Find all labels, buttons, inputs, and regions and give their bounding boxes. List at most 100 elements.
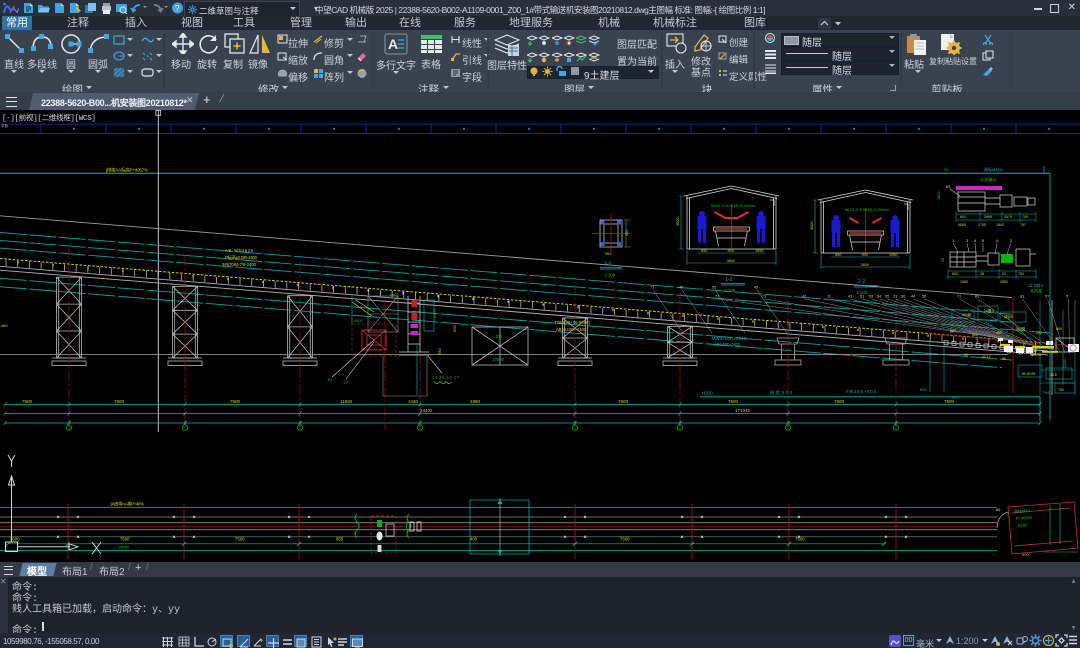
svg-text:1:102: 1:102 — [856, 290, 868, 295]
svg-text:7500: 7500 — [618, 399, 629, 404]
svg-text:4900: 4900 — [432, 308, 437, 318]
svg-text:61: 61 — [1002, 272, 1006, 276]
svg-text:4400: 4400 — [390, 292, 400, 297]
svg-text:3#67084-7/9-2400: 3#67084-7/9-2400 — [222, 262, 257, 267]
svg-text:5: 5 — [1066, 295, 1068, 299]
svg-text:1:100: 1:100 — [604, 273, 616, 278]
svg-text:13: 13 — [343, 380, 348, 385]
svg-text:66: 66 — [996, 507, 1001, 512]
svg-text:1950: 1950 — [889, 253, 897, 257]
svg-text:600: 600 — [1022, 552, 1029, 557]
svg-text:3500: 3500 — [676, 218, 680, 226]
svg-text:400: 400 — [495, 334, 503, 339]
svg-text:600: 600 — [952, 272, 958, 276]
svg-text:28: 28 — [980, 272, 984, 276]
svg-text:MW320(4)+2900: MW320(4)+2900 — [712, 336, 747, 341]
svg-text:平台: 平台 — [1, 123, 8, 128]
svg-text:2850: 2850 — [1000, 280, 1008, 284]
svg-text:10: 10 — [327, 377, 332, 382]
svg-text:具标M4E8: 具标M4E8 — [984, 166, 1003, 172]
svg-text:头部漏斗: 头部漏斗 — [980, 176, 997, 183]
svg-text:2118: 2118 — [1062, 359, 1067, 368]
svg-text:4400: 4400 — [354, 318, 364, 323]
svg-text:71: 71 — [715, 295, 719, 299]
svg-text:11.7844: 11.7844 — [1028, 283, 1043, 288]
svg-text:50: 50 — [964, 353, 968, 357]
svg-text:7500: 7500 — [620, 537, 630, 542]
svg-text:7500: 7500 — [834, 399, 845, 404]
svg-text:950: 950 — [952, 395, 959, 400]
svg-text:1825: 1825 — [937, 192, 941, 200]
svg-text:780: 780 — [437, 348, 442, 355]
svg-text:11: 11 — [827, 295, 831, 299]
svg-text:14402: 14402 — [420, 408, 433, 413]
svg-text:7500: 7500 — [120, 537, 130, 542]
svg-text:j排架AA标高P+4057%: j排架AA标高P+4057% — [105, 167, 148, 174]
svg-text:3: 3 — [966, 238, 969, 243]
svg-text:5620-X-K001B N:00mm: 5620-X-K001B N:00mm — [711, 203, 756, 208]
svg-text:B250: B250 — [1018, 522, 1028, 528]
svg-text:7500: 7500 — [114, 399, 125, 404]
svg-text:56: 56 — [922, 295, 926, 299]
svg-text:51: 51 — [860, 295, 864, 299]
svg-text:7500: 7500 — [795, 537, 805, 542]
svg-text:98: 98 — [941, 258, 945, 262]
svg-text:56: 56 — [901, 295, 905, 299]
svg-text:600: 600 — [920, 387, 927, 392]
svg-text:14 15 16 17: 14 15 16 17 — [432, 375, 460, 380]
svg-text:900: 900 — [728, 249, 734, 253]
svg-text:7500: 7500 — [230, 399, 241, 404]
svg-text:AB15.100+-2400: AB15.100+-2400 — [556, 327, 587, 332]
svg-text:71: 71 — [957, 295, 961, 299]
svg-text:5620-X-K001B N:00mm: 5620-X-K001B N:00mm — [845, 207, 890, 212]
svg-text:7500: 7500 — [22, 399, 33, 404]
svg-text:53: 53 — [869, 295, 873, 299]
svg-text:71: 71 — [650, 286, 654, 290]
svg-text:55: 55 — [712, 286, 716, 290]
svg-text:7500: 7500 — [728, 399, 739, 404]
svg-text:2: 2 — [1010, 238, 1013, 243]
svg-text:850: 850 — [835, 253, 841, 257]
svg-text:42: 42 — [802, 295, 806, 299]
svg-text:81: 81 — [975, 295, 979, 299]
svg-text:250: 250 — [1036, 331, 1042, 335]
svg-text:共四层: 共四层 — [1030, 288, 1043, 295]
svg-text:1950: 1950 — [755, 249, 763, 253]
svg-text:900: 900 — [862, 253, 868, 257]
svg-text:梁柱M20: 梁柱M20 — [1014, 507, 1031, 514]
svg-text:45: 45 — [754, 286, 758, 290]
svg-text:9085: 9085 — [958, 223, 966, 227]
svg-text:400: 400 — [470, 537, 478, 542]
svg-text:3570: 3570 — [1004, 215, 1012, 219]
svg-text:95: 95 — [1002, 357, 1006, 361]
svg-text:2-2: 2-2 — [858, 279, 865, 285]
svg-text:T580(50+45-9890): T580(50+45-9890) — [554, 320, 591, 325]
svg-text:2895: 2895 — [984, 215, 992, 219]
svg-text:450: 450 — [996, 331, 1002, 335]
svg-text:GL: GL — [944, 167, 950, 172]
svg-text:3800: 3800 — [727, 259, 735, 263]
svg-text:480: 480 — [1, 323, 8, 328]
svg-text:1#漏斗: 1#漏斗 — [984, 308, 995, 313]
svg-text:57: 57 — [1045, 295, 1049, 299]
svg-text:P+40550: P+40550 — [1016, 515, 1033, 521]
svg-text:650: 650 — [336, 537, 344, 542]
svg-text:SW50: SW50 — [118, 545, 130, 550]
svg-text:3500: 3500 — [810, 222, 814, 230]
svg-text:#W350+500: #W350+500 — [846, 389, 877, 394]
svg-text:65: 65 — [946, 184, 951, 189]
svg-text:1-1: 1-1 — [725, 277, 732, 283]
svg-text:43: 43 — [848, 295, 852, 299]
svg-text:1840: 1840 — [996, 223, 1004, 227]
svg-text:35 8 90: 35 8 90 — [1030, 353, 1041, 357]
svg-text:1080: 1080 — [960, 280, 968, 284]
svg-text:700: 700 — [1022, 215, 1028, 219]
svg-text:600: 600 — [452, 325, 457, 332]
svg-text:950级: 950级 — [962, 312, 972, 317]
svg-text:50 40 95: 50 40 95 — [1022, 372, 1035, 376]
svg-text:B00: B00 — [1056, 327, 1062, 331]
svg-text:A: A — [996, 238, 999, 243]
svg-text:1700: 1700 — [978, 223, 986, 227]
svg-text:1#皮带AA排P+40%: 1#皮带AA排P+40% — [110, 501, 144, 508]
svg-text:11500: 11500 — [340, 399, 353, 404]
